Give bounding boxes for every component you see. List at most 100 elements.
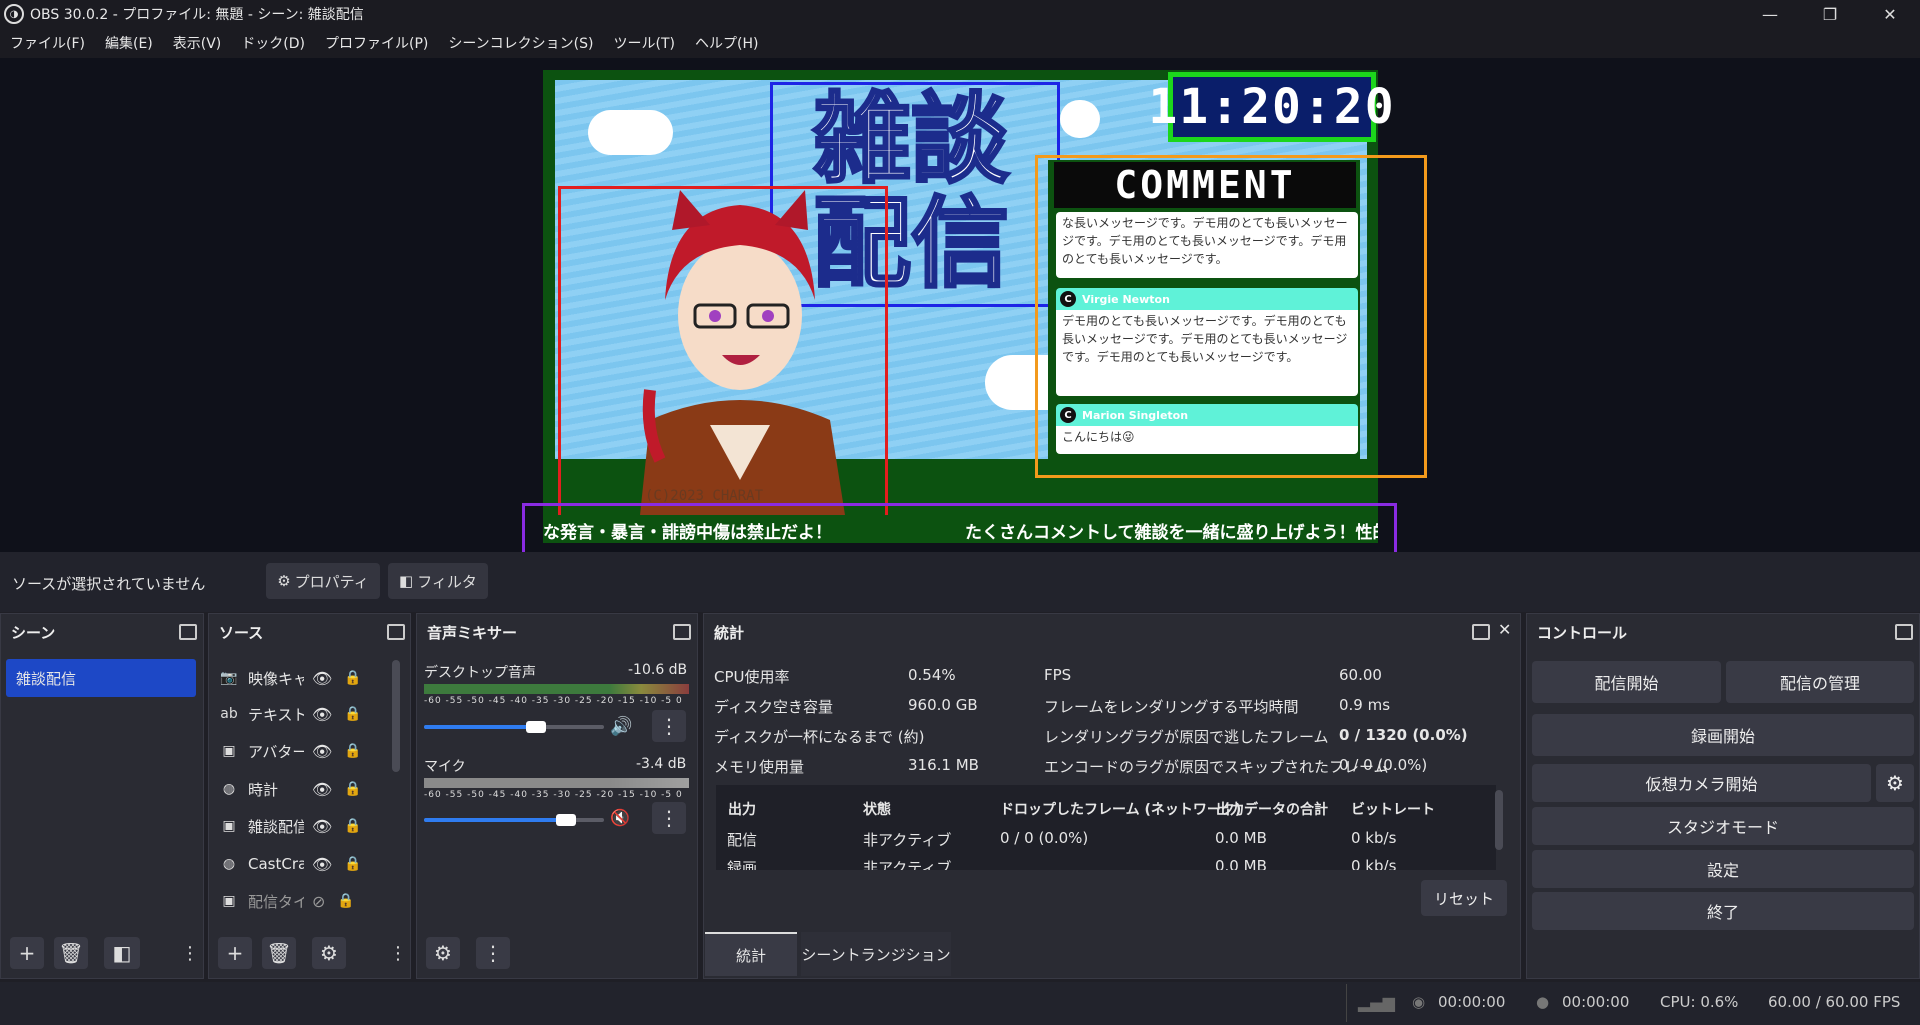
start-recording-button[interactable]: 録画開始 [1532, 714, 1914, 756]
stat-label: CPU使用率 [714, 668, 790, 686]
virtual-camera-settings-button[interactable]: ⚙ [1876, 764, 1914, 802]
menu-help[interactable]: ヘルプ(H) [685, 33, 768, 53]
lock-icon[interactable]: 🔒 [344, 781, 361, 797]
comment-source-bounds[interactable] [1035, 155, 1427, 478]
add-scene-button[interactable]: + [10, 937, 44, 969]
undock-icon[interactable] [1472, 624, 1490, 640]
mic-db: -3.4 dB [636, 756, 687, 772]
undock-icon[interactable] [1895, 624, 1913, 640]
table-cell: 非アクティブ [863, 859, 952, 870]
eye-icon[interactable]: 👁 [312, 780, 332, 799]
remove-scene-button[interactable]: 🗑 [54, 937, 88, 969]
menu-profile[interactable]: プロファイル(P) [315, 33, 438, 53]
menu-tools[interactable]: ツール(T) [604, 33, 685, 53]
scene-filters-button[interactable]: ◧ [104, 937, 140, 969]
restore-icon[interactable]: ❐ [1800, 0, 1860, 28]
image-icon: ▣ [222, 818, 236, 834]
stat-label: ディスク空き容量 [714, 698, 833, 716]
image-icon: ▣ [222, 893, 236, 909]
audio-settings-button[interactable]: ⚙ [426, 937, 460, 969]
stat-label: メモリ使用量 [714, 758, 805, 776]
sources-title: ソース [219, 624, 264, 642]
table-cell: 配信 [727, 831, 758, 849]
source-item[interactable]: ▣ 配信タイ ⊘ 🔒 [218, 885, 386, 917]
eye-icon[interactable]: 👁 [312, 855, 332, 874]
stat-value: 316.1 MB [908, 756, 979, 774]
globe-icon: ◍ [222, 781, 236, 797]
desktop-audio-meter [424, 684, 689, 694]
lock-icon[interactable]: 🔒 [344, 818, 361, 834]
filters-button[interactable]: ◧ フィルタ [388, 563, 488, 599]
source-item[interactable]: ◍ CastCra 👁 🔒 [218, 848, 386, 880]
source-item[interactable]: ◍ 時計 👁 🔒 [218, 773, 386, 805]
start-stream-button[interactable]: 配信開始 [1532, 661, 1721, 703]
close-icon[interactable]: ✕ [1498, 620, 1511, 639]
lock-icon[interactable]: 🔒 [344, 706, 361, 722]
mic-menu[interactable]: ⋮ [652, 802, 686, 834]
properties-button[interactable]: ⚙ プロパティ [266, 563, 380, 599]
ticker-source-bounds[interactable] [522, 503, 1397, 558]
reset-button[interactable]: リセット [1421, 880, 1507, 916]
speaker-muted-icon[interactable]: 🔇 [610, 808, 630, 827]
source-item[interactable]: 📷 映像キャ 👁 🔒 [218, 662, 386, 694]
undock-icon[interactable] [673, 624, 691, 640]
clock-display[interactable]: 11:20:20 [1148, 72, 1394, 142]
scene-menu-icon[interactable]: ⋮ [181, 937, 199, 969]
gear-icon: ⚙ [1886, 771, 1904, 795]
globe-icon: ◍ [222, 856, 236, 872]
close-icon[interactable]: ✕ [1860, 0, 1920, 28]
desktop-audio-menu[interactable]: ⋮ [652, 710, 686, 742]
add-source-button[interactable]: + [218, 937, 252, 969]
studio-mode-button[interactable]: スタジオモード [1532, 807, 1914, 845]
menu-edit[interactable]: 編集(E) [95, 33, 163, 53]
table-cell: 非アクティブ [863, 831, 952, 849]
scene-item[interactable]: 雑談配信 [6, 659, 196, 697]
avatar-source-bounds[interactable] [558, 186, 888, 520]
source-item[interactable]: ▣ 雑談配信 👁 🔒 [218, 810, 386, 842]
menu-dock[interactable]: ドック(D) [231, 33, 315, 53]
gear-icon: ⚙ [320, 941, 338, 965]
eye-icon[interactable]: 👁 [312, 705, 332, 724]
mixer-menu-button[interactable]: ⋮ [476, 937, 510, 969]
menu-view[interactable]: 表示(V) [163, 33, 232, 53]
source-menu-icon[interactable]: ⋮ [389, 937, 407, 969]
lock-icon[interactable]: 🔒 [344, 670, 361, 686]
undock-icon[interactable] [179, 624, 197, 640]
title-bar: ◑ OBS 30.0.2 - プロファイル: 無題 - シーン: 雑談配信 — … [0, 0, 1920, 28]
tab-stats[interactable]: 統計 [705, 932, 797, 976]
stat-value: 0.9 ms [1339, 696, 1391, 714]
stat-label: エンコードのラグが原因でスキップされたフレーム [1044, 758, 1389, 776]
table-row: 録画 非アクティブ 0.0 MB 0 kb/s [716, 857, 1496, 870]
lock-icon[interactable]: 🔒 [337, 893, 354, 909]
tab-scene-transitions[interactable]: シーントランジション [801, 932, 951, 976]
minimize-icon[interactable]: — [1740, 0, 1800, 28]
gear-icon: ⚙ [434, 941, 452, 965]
source-properties-button[interactable]: ⚙ [312, 937, 346, 969]
settings-button[interactable]: 設定 [1532, 850, 1914, 888]
signal-bars-icon: ▂▄▆ [1358, 993, 1395, 1012]
sources-scrollbar[interactable] [392, 660, 400, 772]
source-item[interactable]: ▣ アバター 👁 🔒 [218, 735, 386, 767]
eye-hidden-icon[interactable]: ⊘ [312, 892, 325, 911]
remove-source-button[interactable]: 🗑 [262, 937, 296, 969]
lock-icon[interactable]: 🔒 [344, 856, 361, 872]
manage-stream-button[interactable]: 配信の管理 [1726, 661, 1914, 703]
eye-icon[interactable]: 👁 [312, 742, 332, 761]
undock-icon[interactable] [387, 624, 405, 640]
eye-icon[interactable]: 👁 [312, 817, 332, 836]
menu-scene-collection[interactable]: シーンコレクション(S) [438, 33, 603, 53]
menu-file[interactable]: ファイル(F) [0, 33, 95, 53]
eye-icon[interactable]: 👁 [312, 669, 332, 688]
desktop-volume-knob[interactable] [526, 721, 546, 733]
stat-label: フレームをレンダリングする平均時間 [1044, 698, 1299, 716]
obs-logo-icon: ◑ [4, 4, 24, 24]
table-cell: 0.0 MB [1215, 857, 1267, 870]
exit-button[interactable]: 終了 [1532, 892, 1914, 930]
source-item[interactable]: ab テキスト（ 👁 🔒 [218, 698, 386, 730]
stat-value: 0 / 0 (0.0%) [1339, 756, 1428, 774]
mic-volume-knob[interactable] [556, 814, 576, 826]
speaker-icon[interactable]: 🔊 [610, 716, 632, 737]
lock-icon[interactable]: 🔒 [344, 743, 361, 759]
table-scrollbar[interactable] [1495, 790, 1503, 850]
start-virtual-camera-button[interactable]: 仮想カメラ開始 [1532, 764, 1871, 802]
